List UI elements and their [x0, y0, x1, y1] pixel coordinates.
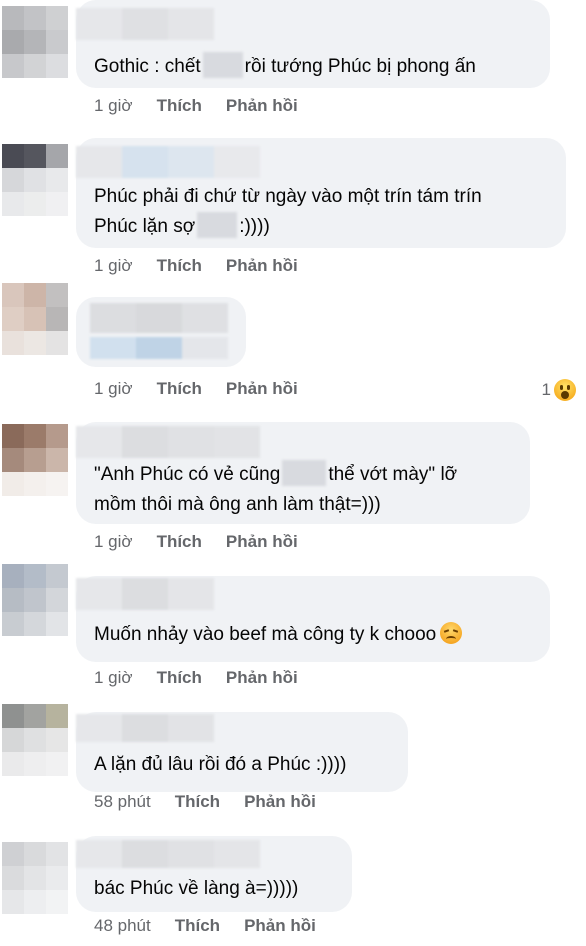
comment-bubble: A lặn đủ lâu rồi đó a Phúc :)))) — [76, 712, 408, 792]
comment-time[interactable]: 48 phút — [94, 916, 151, 936]
author-name-blurred[interactable] — [76, 146, 260, 178]
avatar[interactable] — [2, 283, 68, 355]
comment-actions: 1 giờ Thích Phản hồi — [94, 96, 298, 116]
avatar[interactable] — [2, 424, 68, 496]
reply-button[interactable]: Phản hồi — [244, 792, 316, 812]
comment-text: A lặn đủ lâu rồi đó a Phúc :)))) — [94, 754, 347, 775]
avatar[interactable] — [2, 144, 68, 216]
avatar[interactable] — [2, 704, 68, 776]
reply-button[interactable]: Phản hồi — [226, 256, 298, 276]
comment-time[interactable]: 1 giờ — [94, 532, 133, 552]
comment-bubble: Muốn nhảy vào beef mà công ty k chooo — [76, 576, 550, 662]
comment-bubble: Phúc phải đi chứ từ ngày vào một trín tá… — [76, 138, 566, 248]
redacted-word — [202, 52, 243, 78]
reply-button[interactable]: Phản hồi — [226, 379, 298, 399]
like-button[interactable]: Thích — [175, 916, 220, 936]
reply-button[interactable]: Phản hồi — [226, 96, 298, 116]
reply-button[interactable]: Phản hồi — [226, 532, 298, 552]
comment-text: Phúc phải đi chứ từ ngày vào một trín tá… — [94, 186, 482, 238]
comment-text: "Anh Phúc có vẻ cũng thể vớt mày" lỡ mồm … — [94, 460, 457, 520]
comment-time[interactable]: 1 giờ — [94, 668, 133, 688]
comment-bubble: bác Phúc về làng à=))))) — [76, 836, 352, 912]
reaction-count: 1 — [541, 380, 551, 399]
author-name-blurred[interactable] — [76, 714, 214, 742]
wow-reaction-icon — [554, 379, 576, 401]
comment-actions: 1 giờ Thích Phản hồi — [94, 668, 298, 688]
comment-actions: 1 giờ Thích Phản hồi — [94, 532, 298, 552]
comment-time[interactable]: 58 phút — [94, 792, 151, 812]
comment-actions: 58 phút Thích Phản hồi — [94, 792, 316, 812]
comment-bubble: "Anh Phúc có vẻ cũng thể vớt mày" lỡ mồm … — [76, 422, 530, 524]
like-button[interactable]: Thích — [157, 668, 202, 688]
comment-time[interactable]: 1 giờ — [94, 96, 133, 116]
reply-button[interactable]: Phản hồi — [226, 668, 298, 688]
avatar[interactable] — [2, 6, 68, 78]
comment-bubble — [76, 297, 246, 367]
avatar[interactable] — [2, 564, 68, 636]
redacted-word — [282, 460, 327, 486]
comment-actions: 48 phút Thích Phản hồi — [94, 916, 316, 936]
blurred-comment-content — [90, 337, 228, 359]
comment-actions: 1 giờ Thích Phản hồi — [94, 256, 298, 276]
like-button[interactable]: Thích — [175, 792, 220, 812]
comment-time[interactable]: 1 giờ — [94, 379, 133, 399]
author-name-blurred[interactable] — [76, 8, 214, 40]
like-button[interactable]: Thích — [157, 379, 202, 399]
author-name-blurred[interactable] — [76, 426, 260, 458]
comment-bubble: Gothic : chết rồi tướng Phúc bị phong ấn — [76, 0, 550, 88]
sad-face-emoji — [440, 622, 463, 644]
comment-time[interactable]: 1 giờ — [94, 256, 133, 276]
redacted-word — [197, 212, 238, 238]
comment-text: Gothic : chết rồi tướng Phúc bị phong ấn — [94, 52, 476, 82]
reply-button[interactable]: Phản hồi — [244, 916, 316, 936]
author-name-blurred[interactable] — [76, 840, 260, 868]
author-name-blurred[interactable] — [90, 303, 228, 333]
comment-text: bác Phúc về làng à=))))) — [94, 878, 299, 899]
author-name-blurred[interactable] — [76, 578, 214, 610]
comment-actions: 1 giờ Thích Phản hồi — [94, 379, 298, 399]
comment-text: Muốn nhảy vào beef mà công ty k chooo — [94, 620, 463, 650]
avatar[interactable] — [2, 842, 68, 914]
like-button[interactable]: Thích — [157, 96, 202, 116]
like-button[interactable]: Thích — [157, 532, 202, 552]
like-button[interactable]: Thích — [157, 256, 202, 276]
reaction-summary[interactable]: 1 — [542, 379, 576, 401]
